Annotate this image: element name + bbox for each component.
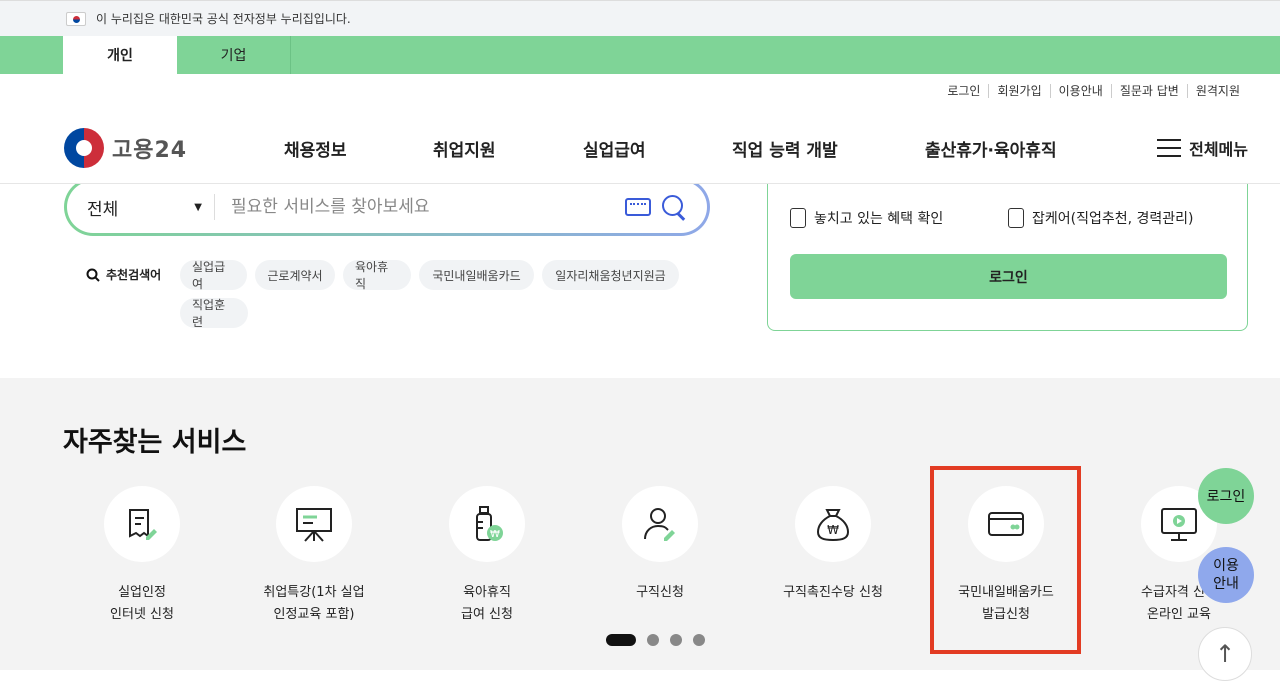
service-label: 실업인정 인터넷 신청	[110, 585, 174, 622]
jobcare-link[interactable]: 잡케어(직업추천, 경력관리)	[1008, 208, 1194, 228]
util-qna-link[interactable]: 질문과 답변	[1110, 84, 1187, 98]
carousel-dot-active[interactable]	[606, 634, 636, 646]
money-bag-icon: ₩	[816, 509, 850, 542]
keyboard-icon[interactable]	[625, 198, 651, 216]
document-pen-icon	[129, 509, 157, 540]
scroll-top-button[interactable]: ↑	[1198, 627, 1252, 681]
keyword-chip[interactable]: 직업훈련	[180, 298, 248, 329]
util-remote-support-link[interactable]: 원격지원	[1186, 84, 1248, 98]
user-type-tabbar: 개인 기업	[0, 36, 1280, 74]
nav-employment-support[interactable]: 취업지원	[433, 136, 496, 161]
keyword-chip[interactable]: 일자리채움청년지원금	[542, 260, 679, 290]
floating-login-button[interactable]: 로그인	[1198, 468, 1254, 524]
tab-business[interactable]: 기업	[177, 36, 291, 74]
svg-text:₩: ₩	[490, 529, 500, 540]
search-input[interactable]	[215, 197, 625, 217]
logo-text: 고용24	[112, 138, 188, 163]
login-panel: 놓치고 있는 혜택 확인 잡케어(직업추천, 경력관리) 로그인	[767, 160, 1248, 331]
service-item[interactable]: 취업특강(1차 실업 인정교육 포함)	[228, 486, 400, 626]
guide-line2: 안내	[1213, 576, 1239, 592]
clipboard-clock-icon	[1008, 208, 1024, 228]
service-icon-circle: ₩	[449, 486, 525, 562]
keyword-chip[interactable]: 근로계약서	[255, 260, 335, 290]
highlight-box	[930, 466, 1081, 654]
service-icon-circle	[622, 486, 698, 562]
carousel-dot[interactable]	[693, 634, 705, 646]
hamburger-icon	[1157, 139, 1182, 157]
benefit-check-label: 놓치고 있는 혜택 확인	[814, 211, 944, 227]
nav-parental-leave[interactable]: 출산휴가·육아휴직	[925, 136, 1057, 161]
service-label: 구직신청	[636, 585, 684, 600]
search-box: 전체 ▼	[64, 178, 710, 236]
recommended-label-text: 추천검색어	[106, 268, 162, 282]
search-icon	[86, 268, 100, 282]
tab-personal[interactable]: 개인	[63, 36, 177, 74]
gov-banner-text: 이 누리집은 대한민국 공식 전자정부 누리집입니다.	[96, 12, 351, 26]
service-item[interactable]: ₩ 구직촉진수당 신청	[747, 486, 919, 604]
search-inner: 전체 ▼	[67, 181, 707, 233]
service-label: 육아휴직 급여 신청	[461, 585, 513, 622]
keyword-chip[interactable]: 육아휴직	[343, 260, 411, 291]
guide-line1: 이용	[1213, 558, 1239, 574]
search-category-value: 전체	[87, 199, 119, 220]
utility-links: 로그인 회원가입 이용안내 질문과 답변 원격지원	[939, 84, 1248, 98]
service-icon-circle: ₩	[795, 486, 871, 562]
carousel-pagination	[606, 634, 705, 646]
floating-guide-button[interactable]: 이용안내	[1198, 547, 1254, 603]
panel-login-button[interactable]: 로그인	[790, 254, 1227, 299]
search-category-select[interactable]: 전체 ▼	[67, 194, 215, 220]
menu-all-label: 전체메뉴	[1189, 140, 1248, 159]
jobcare-label: 잡케어(직업추천, 경력관리)	[1032, 211, 1194, 227]
logo[interactable]: 고용24	[64, 128, 187, 168]
benefit-check-link[interactable]: 놓치고 있는 혜택 확인	[790, 208, 943, 228]
keyword-chip[interactable]: 실업급여	[180, 260, 247, 291]
recommended-keywords-label: 추천검색어	[86, 266, 161, 283]
util-signup-link[interactable]: 회원가입	[988, 84, 1049, 98]
util-login-link[interactable]: 로그인	[939, 84, 988, 98]
svg-text:₩: ₩	[827, 523, 839, 537]
person-pen-icon	[644, 508, 675, 541]
gov-banner: 이 누리집은 대한민국 공식 전자정부 누리집입니다.	[0, 0, 1280, 36]
service-label: 구직촉진수당 신청	[783, 585, 883, 600]
service-item[interactable]: ₩ 육아휴직 급여 신청	[401, 486, 573, 626]
bottom-strip	[0, 670, 1280, 694]
nav-jobs[interactable]: 채용정보	[284, 136, 347, 161]
document-icon	[790, 208, 806, 228]
service-item[interactable]: 실업인정 인터넷 신청	[56, 486, 228, 626]
korea-flag-icon	[66, 11, 86, 26]
nav-unemployment-benefit[interactable]: 실업급여	[583, 136, 646, 161]
menu-all-button[interactable]: 전체메뉴	[1157, 136, 1248, 160]
service-icon-circle	[276, 486, 352, 562]
monitor-play-icon	[1161, 508, 1197, 541]
nav-vocational-training[interactable]: 직업 능력 개발	[732, 136, 838, 161]
service-label: 취업특강(1차 실업 인정교육 포함)	[263, 585, 365, 622]
carousel-dot[interactable]	[647, 634, 659, 646]
baby-bottle-won-icon: ₩	[476, 506, 503, 541]
header: 고용24 채용정보 취업지원 실업급여 직업 능력 개발 출산휴가·육아휴직 전…	[0, 112, 1280, 184]
gov-logo-icon	[64, 128, 104, 168]
util-guide-link[interactable]: 이용안내	[1049, 84, 1111, 98]
service-item[interactable]: 구직신청	[574, 486, 746, 604]
search-icon[interactable]	[661, 194, 687, 220]
caret-down-icon: ▼	[194, 201, 202, 213]
frequent-services-section: 자주찾는 서비스 실업인정 인터넷 신청 취업특강(1차 실업 인정교육 포함) ₩…	[0, 378, 1280, 670]
presentation-board-icon	[296, 508, 332, 542]
service-icon-circle	[104, 486, 180, 562]
section-title: 자주찾는 서비스	[63, 427, 247, 458]
keyword-chip[interactable]: 국민내일배움카드	[419, 260, 534, 290]
carousel-dot[interactable]	[670, 634, 682, 646]
